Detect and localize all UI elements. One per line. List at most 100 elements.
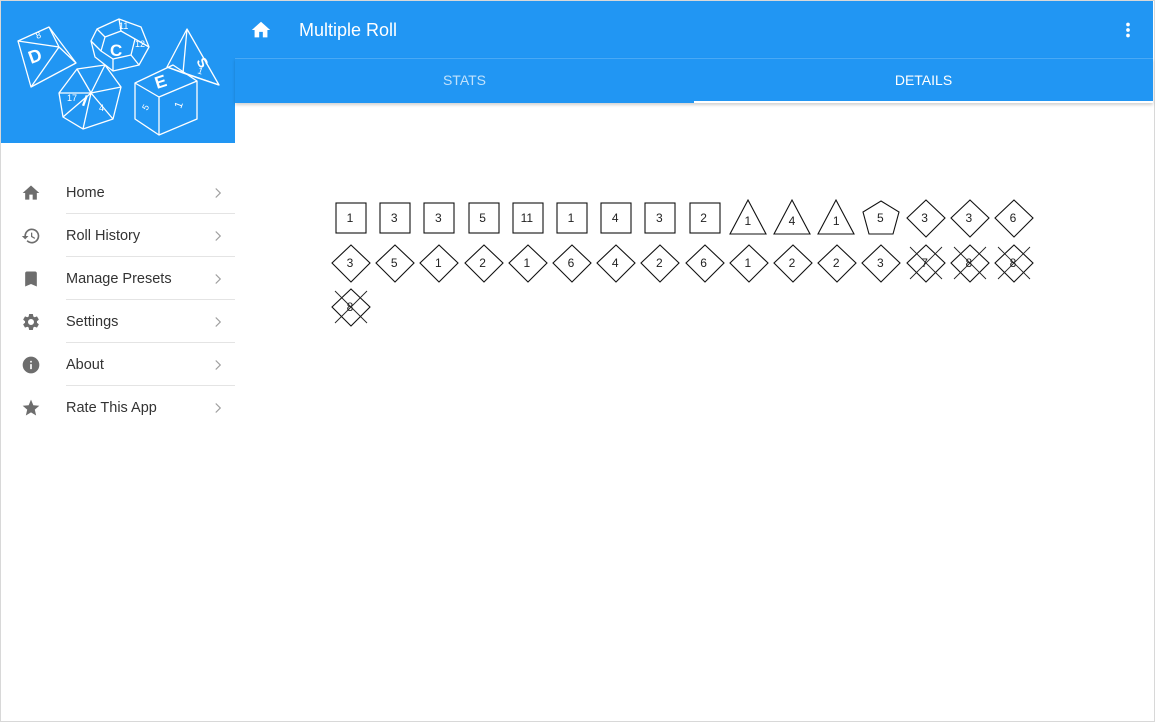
roll-die-diamond: 7 xyxy=(905,243,946,283)
svg-text:E: E xyxy=(152,71,169,93)
svg-text:4: 4 xyxy=(99,103,104,113)
roll-value: 2 xyxy=(656,255,663,270)
roll-value: 1 xyxy=(346,211,354,225)
roll-value: 2 xyxy=(479,255,486,270)
dice-logo: D C E I S 8 12 11 1 5 1 4 17 xyxy=(17,18,220,136)
roll-value: 6 xyxy=(1009,211,1017,225)
roll-die-square: 3 xyxy=(418,198,458,238)
drawer-header: D C E I S 8 12 11 1 5 1 4 17 xyxy=(1,1,235,143)
nav-item-settings[interactable]: Settings xyxy=(1,300,235,343)
roll-die-diamond: 3 xyxy=(949,198,990,238)
roll-die-diamond: 6 xyxy=(551,243,592,283)
roll-value: 3 xyxy=(877,255,884,270)
roll-value: 1 xyxy=(744,214,752,228)
tab-bar: STATS DETAILS xyxy=(235,58,1153,103)
svg-text:5: 5 xyxy=(140,103,151,112)
nav-item-label: Manage Presets xyxy=(66,271,172,287)
roll-die-diamond: 6 xyxy=(993,198,1034,238)
info-icon xyxy=(22,356,40,374)
nav-item-home[interactable]: Home xyxy=(1,171,235,214)
roll-die-diamond: 4 xyxy=(595,243,636,283)
roll-value: 3 xyxy=(346,255,354,270)
gear-icon xyxy=(23,313,39,330)
roll-value: 6 xyxy=(700,255,707,270)
roll-value: 3 xyxy=(921,211,928,225)
nav-item-rate-this-app[interactable]: Rate This App xyxy=(1,386,235,429)
svg-text:D: D xyxy=(26,45,45,68)
nav-item-label: Settings xyxy=(66,314,119,330)
history-icon xyxy=(21,228,40,244)
tab-stats[interactable]: STATS xyxy=(235,59,694,103)
roll-die-triangle: 1 xyxy=(816,198,856,238)
roll-die-diamond: 6 xyxy=(684,243,725,283)
roll-die-diamond: 8 xyxy=(330,287,371,327)
roll-value: 4 xyxy=(611,211,619,225)
roll-value: 1 xyxy=(523,255,531,270)
svg-text:1: 1 xyxy=(173,100,186,110)
roll-value: 4 xyxy=(611,255,619,270)
roll-value: 3 xyxy=(656,211,663,225)
roll-die-diamond: 5 xyxy=(374,243,415,283)
roll-die-diamond: 2 xyxy=(639,243,681,283)
roll-value: 1 xyxy=(832,214,840,228)
roll-value: 1 xyxy=(435,255,442,270)
svg-text:17: 17 xyxy=(67,93,77,103)
roll-die-diamond: 1 xyxy=(507,243,548,283)
roll-value: 1 xyxy=(744,255,752,270)
chevron-right-icon xyxy=(215,360,222,370)
nav-item-manage-presets[interactable]: Manage Presets xyxy=(1,257,235,300)
roll-value: 2 xyxy=(832,255,840,270)
roll-die-triangle: 4 xyxy=(772,198,812,238)
chevron-right-icon xyxy=(215,403,222,413)
roll-die-square: 3 xyxy=(639,198,679,238)
roll-value: 6 xyxy=(567,255,575,270)
roll-value: 3 xyxy=(965,211,973,225)
svg-text:8: 8 xyxy=(34,30,42,41)
roll-value: 2 xyxy=(788,255,796,270)
nav-item-label: About xyxy=(66,357,104,373)
nav-list: Home Roll History Manage Presets Setting… xyxy=(1,171,235,429)
roll-die-square: 2 xyxy=(684,198,724,238)
nav-item-about[interactable]: About xyxy=(1,343,235,386)
roll-value: 3 xyxy=(435,211,442,225)
tab-indicator xyxy=(694,101,1153,103)
roll-value: 3 xyxy=(390,211,398,225)
nav-item-label: Home xyxy=(66,185,105,201)
roll-die-diamond: 3 xyxy=(330,243,371,283)
roll-die-diamond: 2 xyxy=(772,243,813,283)
svg-text:C: C xyxy=(110,41,122,60)
roll-die-diamond: 3 xyxy=(860,243,902,283)
roll-die-square: 1 xyxy=(330,198,370,238)
roll-die-triangle: 1 xyxy=(728,198,768,238)
nav-item-roll-history[interactable]: Roll History xyxy=(1,214,235,257)
chevron-right-icon xyxy=(215,231,222,241)
roll-die-square: 3 xyxy=(374,198,414,238)
home-icon xyxy=(22,185,40,200)
roll-value: 1 xyxy=(567,211,575,225)
app-bar: Multiple Roll xyxy=(235,1,1153,58)
more-vert-icon[interactable] xyxy=(1117,19,1139,41)
page-title: Multiple Roll xyxy=(299,20,398,40)
chevron-right-icon xyxy=(215,317,222,327)
chevron-right-icon xyxy=(215,274,222,284)
roll-die-diamond: 1 xyxy=(728,243,769,283)
roll-die-square: 11 xyxy=(507,198,547,238)
roll-die-diamond: 8 xyxy=(993,243,1034,283)
roll-die-pentagon: 5 xyxy=(860,198,901,238)
nav-item-label: Rate This App xyxy=(66,400,157,416)
roll-value: 4 xyxy=(788,214,796,228)
chevron-right-icon xyxy=(215,188,222,198)
roll-die-square: 5 xyxy=(463,198,503,238)
svg-text:11: 11 xyxy=(119,21,128,31)
roll-die-square: 1 xyxy=(551,198,591,238)
nav-item-label: Roll History xyxy=(66,228,141,244)
roll-value: 5 xyxy=(390,255,398,270)
bookmark-icon xyxy=(25,271,37,287)
roll-die-diamond: 2 xyxy=(463,243,504,283)
roll-value: 2 xyxy=(700,211,707,225)
roll-die-square: 4 xyxy=(595,198,635,238)
home-icon[interactable] xyxy=(250,19,272,41)
roll-die-diamond: 1 xyxy=(418,243,460,283)
tab-details[interactable]: DETAILS xyxy=(694,59,1153,103)
roll-value: 11 xyxy=(520,211,534,225)
